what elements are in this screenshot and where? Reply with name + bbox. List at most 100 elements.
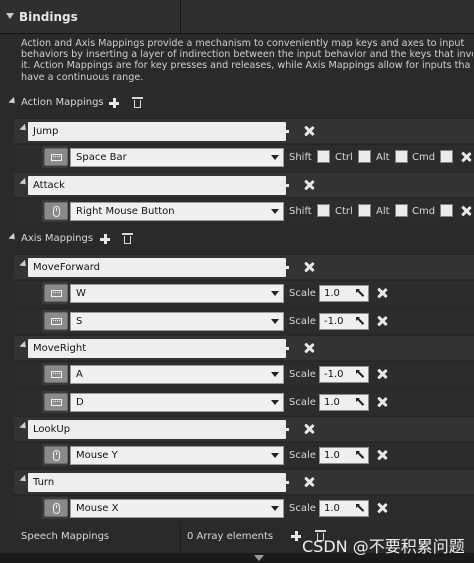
keyboard-icon: [51, 399, 62, 406]
collapse-arrow-icon[interactable]: [6, 13, 14, 19]
scale-label: Scale: [289, 316, 316, 327]
shift-checkbox[interactable]: [317, 204, 330, 217]
remove-key-button[interactable]: [376, 315, 388, 327]
keyboard-icon: [51, 371, 62, 378]
ctrl-checkbox[interactable]: [358, 150, 371, 163]
axis-name-field[interactable]: MoveForward: [28, 258, 286, 277]
key-selector-button[interactable]: [44, 148, 68, 166]
watermark-text: CSDN @不要积累问题: [302, 537, 465, 556]
scale-input[interactable]: 1.0: [319, 394, 369, 411]
shift-label: Shift: [289, 206, 312, 217]
remove-mapping-button[interactable]: [303, 342, 315, 354]
axis-name-field[interactable]: LookUp: [28, 420, 286, 439]
axis-name-field[interactable]: MoveRight: [28, 339, 286, 358]
add-axis-mapping-button[interactable]: [99, 233, 111, 245]
scale-input[interactable]: 1.0: [319, 500, 369, 517]
key-selector-button[interactable]: [44, 312, 68, 330]
add-key-button[interactable]: [278, 179, 290, 191]
action-name-field[interactable]: Attack: [28, 176, 286, 195]
alt-label: Alt: [376, 152, 390, 163]
axis-mapping-row: MoveForward: [14, 254, 474, 279]
key-dropdown-value: A: [76, 369, 83, 380]
drag-arrow-icon: [356, 317, 365, 326]
scale-input[interactable]: -1.0: [319, 313, 369, 330]
add-key-button[interactable]: [278, 261, 290, 273]
key-dropdown[interactable]: W: [70, 284, 284, 303]
scale-value: -1.0: [324, 369, 344, 380]
key-dropdown-value: Space Bar: [76, 152, 127, 163]
key-dropdown[interactable]: A: [70, 365, 284, 384]
key-selector-button[interactable]: [44, 202, 68, 220]
cmd-checkbox[interactable]: [440, 150, 453, 163]
section-title: Bindings: [19, 10, 78, 24]
delete-all-axes-icon[interactable]: [122, 233, 133, 244]
add-key-button[interactable]: [278, 476, 290, 488]
expand-arrow-icon[interactable]: [254, 555, 264, 561]
array-elements-count: 0 Array elements: [187, 531, 274, 542]
remove-key-button[interactable]: [376, 502, 388, 514]
action-mappings-label: Action Mappings: [21, 97, 104, 108]
bindings-header[interactable]: Bindings: [0, 0, 474, 34]
add-action-mapping-button[interactable]: [108, 97, 120, 109]
keyboard-icon: [51, 154, 62, 161]
mouse-icon: [53, 206, 60, 217]
scale-input[interactable]: 1.0: [319, 447, 369, 464]
chevron-down-icon: [271, 319, 279, 324]
add-speech-mapping-button[interactable]: [290, 530, 302, 542]
remove-mapping-button[interactable]: [303, 423, 315, 435]
scale-input[interactable]: 1.0: [319, 285, 369, 302]
key-selector-button[interactable]: [44, 393, 68, 411]
key-selector-button[interactable]: [44, 284, 68, 302]
add-key-button[interactable]: [278, 423, 290, 435]
column-divider: [180, 522, 181, 552]
key-dropdown[interactable]: S: [70, 312, 284, 331]
action-mapping-row: Jump: [14, 118, 474, 143]
axis-mapping-row: LookUp: [14, 416, 474, 441]
action-key-row: Right Mouse Button Shift Ctrl Alt Cmd: [14, 198, 474, 223]
key-dropdown[interactable]: Mouse Y: [70, 446, 284, 465]
remove-mapping-button[interactable]: [303, 179, 315, 191]
key-selector-button[interactable]: [44, 365, 68, 383]
alt-checkbox[interactable]: [395, 204, 408, 217]
key-selector-button[interactable]: [44, 499, 68, 517]
key-dropdown[interactable]: Space Bar: [70, 148, 284, 167]
key-dropdown-value: Mouse X: [76, 503, 119, 514]
key-dropdown-value: D: [76, 397, 84, 408]
remove-key-button[interactable]: [376, 396, 388, 408]
ctrl-checkbox[interactable]: [358, 204, 371, 217]
alt-checkbox[interactable]: [395, 150, 408, 163]
action-key-row: Space Bar Shift Ctrl Alt Cmd: [14, 144, 474, 169]
delete-all-actions-icon[interactable]: [132, 97, 143, 108]
scale-label: Scale: [289, 503, 316, 514]
mouse-icon: [53, 503, 60, 514]
add-key-button[interactable]: [278, 125, 290, 137]
keyboard-icon: [51, 318, 62, 325]
remove-key-button[interactable]: [460, 151, 472, 163]
remove-key-button[interactable]: [376, 368, 388, 380]
scale-label: Scale: [289, 397, 316, 408]
key-dropdown[interactable]: Right Mouse Button: [70, 202, 284, 221]
shift-checkbox[interactable]: [317, 150, 330, 163]
remove-key-button[interactable]: [376, 449, 388, 461]
axis-key-row: A Scale -1.0: [14, 361, 474, 386]
key-dropdown[interactable]: D: [70, 393, 284, 412]
drag-arrow-icon: [356, 289, 365, 298]
add-key-button[interactable]: [278, 342, 290, 354]
remove-mapping-button[interactable]: [303, 125, 315, 137]
chevron-down-icon: [271, 209, 279, 214]
cmd-checkbox[interactable]: [440, 204, 453, 217]
drag-arrow-icon: [356, 370, 365, 379]
remove-mapping-button[interactable]: [303, 261, 315, 273]
column-divider: [180, 0, 181, 33]
key-selector-button[interactable]: [44, 446, 68, 464]
remove-key-button[interactable]: [460, 205, 472, 217]
axis-name-field[interactable]: Turn: [28, 473, 286, 492]
axis-key-row: W Scale 1.0: [14, 280, 474, 305]
action-name-field[interactable]: Jump: [28, 122, 286, 141]
scale-input[interactable]: -1.0: [319, 366, 369, 383]
remove-mapping-button[interactable]: [303, 476, 315, 488]
ctrl-label: Ctrl: [335, 152, 353, 163]
key-dropdown[interactable]: Mouse X: [70, 499, 284, 518]
remove-key-button[interactable]: [376, 287, 388, 299]
chevron-down-icon: [271, 400, 279, 405]
